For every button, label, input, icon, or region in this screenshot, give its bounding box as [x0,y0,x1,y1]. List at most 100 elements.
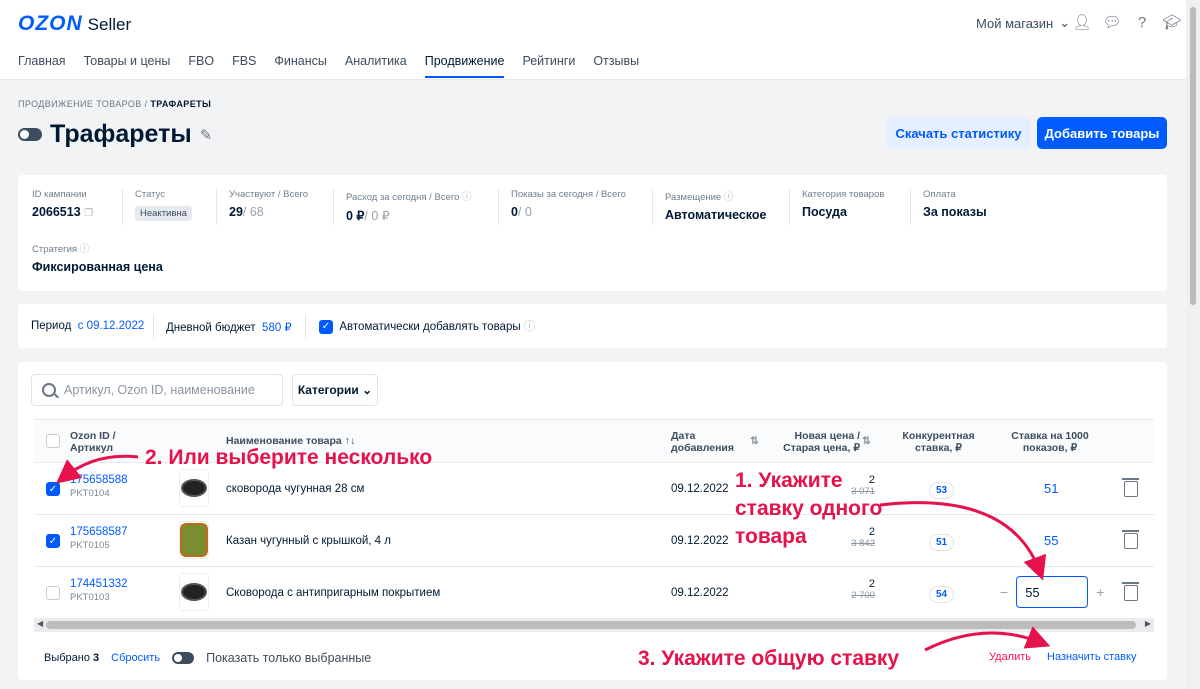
spend-value: 0 ₽ [346,209,365,223]
payment-value: За показы [923,205,987,219]
shop-name: Мой магазин [976,15,1054,31]
bid-value[interactable]: 51 [1044,481,1058,496]
scrollbar-thumb[interactable] [46,621,1136,629]
participants-value: 29 [229,205,243,219]
competitive-bid-badge: 51 [929,534,955,551]
plus-icon[interactable]: + [1096,584,1104,600]
annotation-1-line2: ставку одного [735,497,883,520]
nav-reviews[interactable]: Отзывы [593,54,639,78]
bid-stepper[interactable]: − + [1000,576,1104,608]
header-price[interactable]: Новая цена / Старая цена, ₽ [760,430,860,454]
info-icon[interactable]: ⓘ [80,244,90,255]
date-added: 09.12.2022 [671,587,729,599]
sort-icon[interactable]: ⇅ [750,435,759,447]
info-icon[interactable]: ⓘ [724,192,734,203]
add-products-button[interactable]: Добавить товары [1037,117,1167,149]
search-box[interactable] [31,374,283,406]
status-label: Статус [135,189,166,200]
trash-icon[interactable] [1122,478,1139,497]
annotation-1: 1. Укажите ставку одного товара [735,467,882,551]
education-icon[interactable]: 🎓︎ [1162,12,1182,32]
copy-icon[interactable]: ❐ [84,208,93,219]
table-row[interactable]: ✓ 175658587 PKT0105 Казан чугунный с кры… [34,515,1154,567]
assign-bid-button[interactable]: Назначить ставку [1047,651,1136,663]
row-checkbox[interactable] [46,586,60,600]
nav-products[interactable]: Товары и цены [84,54,171,78]
main-nav: Главная Товары и цены FBO FBS Финансы Ан… [18,54,639,78]
header-id[interactable]: Ozon ID / Артикул [70,430,140,454]
help-icon[interactable]: ? [1132,12,1152,32]
info-icon[interactable]: ⓘ [462,192,472,203]
table-row[interactable]: 174451332 PKT0103 Сковорода с антипригар… [34,567,1154,619]
nav-ratings[interactable]: Рейтинги [522,54,575,78]
bid-input[interactable] [1016,576,1089,608]
period-label: Период [31,320,72,332]
breadcrumb-current: ТРАФАРЕТЫ [150,99,212,109]
nav-fbo[interactable]: FBO [188,54,214,78]
nav-fbs[interactable]: FBS [232,54,256,78]
annotation-3: 3. Укажите общую ставку [638,647,900,670]
breadcrumb-parent[interactable]: ПРОДВИЖЕНИЕ ТОВАРОВ [18,99,142,109]
sort-icon[interactable]: ⇅ [862,435,871,447]
horizontal-scrollbar[interactable]: ◀ ▶ [34,618,1154,632]
views-value: 0 [511,205,518,219]
scrollbar-thumb[interactable] [1189,6,1197,306]
campaign-toggle[interactable] [18,128,42,141]
vertical-scrollbar[interactable] [1186,0,1200,689]
nav-finance[interactable]: Финансы [274,54,326,78]
ozon-id-link[interactable]: 174451332 [70,578,128,590]
search-input[interactable] [64,383,274,397]
date-added: 09.12.2022 [671,535,729,547]
competitive-bid-badge: 54 [929,586,955,603]
nav-home[interactable]: Главная [18,54,66,78]
budget-label: Дневной бюджет [166,322,256,334]
auto-add-checkbox[interactable]: ✓ [319,319,333,334]
page-title: Трафареты [50,120,192,148]
user-icon[interactable]: 👤︎ [1072,12,1092,32]
bid-value[interactable]: 55 [1044,533,1058,548]
trash-icon[interactable] [1122,530,1139,549]
product-name: сковорода чугунная 28 см [226,483,365,495]
placement-value: Автоматическое [665,208,767,222]
period-value[interactable]: с 09.12.2022 [78,320,145,332]
minus-icon[interactable]: − [1000,584,1008,600]
logo[interactable]: OZON Seller [18,12,131,36]
trash-icon[interactable] [1122,582,1139,601]
search-icon [42,383,56,397]
campaign-info-card: ID кампании 2066513 ❐ Статус Неактивна У… [18,175,1167,291]
nav-analytics[interactable]: Аналитика [345,54,407,78]
ozon-id-link[interactable]: 175658587 [70,526,128,538]
budget-value[interactable]: 580 ₽ [262,322,292,334]
download-stats-button[interactable]: Скачать статистику [886,117,1031,149]
sku: PKT0103 [70,592,110,603]
scroll-left-icon[interactable]: ◀ [37,619,43,628]
categories-dropdown[interactable]: Категории ⌄ [292,374,378,406]
reset-link[interactable]: Сбросить [111,652,160,664]
row-checkbox[interactable]: ✓ [46,534,60,548]
delete-button[interactable]: Удалить [989,651,1031,663]
category-value: Посуда [802,205,847,219]
views-label: Показы за сегодня / Всего [511,189,626,200]
ozon-id-link[interactable]: 175658588 [70,474,128,486]
shop-selector[interactable]: Мой магазин ⌄ [976,15,1070,31]
show-selected-toggle[interactable] [172,652,195,664]
scroll-right-icon[interactable]: ▶ [1145,619,1151,628]
row-checkbox[interactable]: ✓ [46,482,60,496]
sku: PKT0104 [70,488,110,499]
date-added: 09.12.2022 [671,483,729,495]
table-row[interactable]: ✓ 175658588 PKT0104 сковорода чугунная 2… [34,463,1154,515]
header-date[interactable]: Дата добавления [671,430,741,454]
campaign-id: 2066513 [32,205,81,219]
nav-promotion[interactable]: Продвижение [424,54,505,78]
sku: PKT0105 [70,540,110,551]
strategy-label: Стратегия [32,244,78,255]
selected-label: Выбрано [44,652,90,664]
participants-label: Участвуют / Всего [229,189,309,200]
edit-icon[interactable]: ✎ [200,126,213,144]
select-all-checkbox[interactable] [46,434,60,448]
chat-icon[interactable]: 💬︎ [1102,12,1122,32]
show-selected-label: Показать только выбранные [206,651,372,665]
id-label: ID кампании [32,189,87,200]
info-icon[interactable]: ⓘ [524,321,536,333]
placement-label: Размещение [665,192,722,203]
